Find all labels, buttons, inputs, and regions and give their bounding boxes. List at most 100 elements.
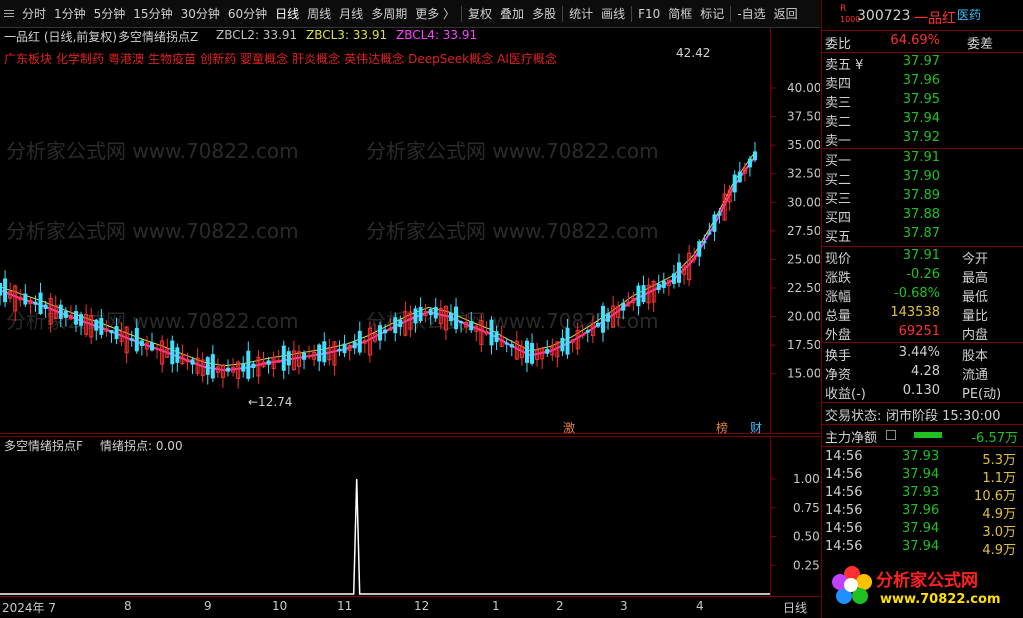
toolbar-item-12[interactable]: 叠加 xyxy=(496,0,528,28)
stat-value: 3.44% xyxy=(898,345,940,360)
candle-body xyxy=(58,304,63,319)
concept-tag-4[interactable]: 创新药 xyxy=(200,52,236,66)
sub-indicator-chart[interactable]: 0.25 0.50 0.75 1.00 多空情绪拐点F 情绪拐点: 0.00 xyxy=(0,436,820,596)
tick-list[interactable]: 14:56 37.93 5.3万 14:56 37.94 1.1万 14:56 37.93 10… xyxy=(822,448,1023,558)
ask-row-3[interactable]: 卖二 37.94 xyxy=(822,110,1023,130)
toolbar-item-8[interactable]: 月线 xyxy=(335,0,367,28)
toolbar-item-19[interactable]: -自选 xyxy=(733,0,769,28)
toolbar-item-5[interactable]: 60分钟 xyxy=(224,0,271,28)
toolbar-item-2[interactable]: 5分钟 xyxy=(90,0,130,28)
site-logo: 分析家公式网 www.70822.com xyxy=(822,558,1023,618)
toolbar-item-13[interactable]: 多股 xyxy=(528,0,560,28)
concept-tag-3[interactable]: 生物疫苗 xyxy=(148,52,196,66)
main-kline-chart[interactable]: 分析家公式网 www.70822.com 分析家公式网 www.70822.com… xyxy=(0,28,821,435)
concept-tag-6[interactable]: 肝炎概念 xyxy=(292,52,340,66)
bid-row-2[interactable]: 买三 37.89 xyxy=(822,187,1023,207)
period-label[interactable]: 日线 xyxy=(783,599,807,616)
quote-row-3[interactable]: 总量 143538 量比 xyxy=(822,304,1023,324)
main-flow-row[interactable]: 主力净额 -6.57万 xyxy=(822,426,1023,446)
candle-body xyxy=(150,342,155,351)
candle-body xyxy=(524,340,529,363)
ask-label: 卖三 xyxy=(825,96,852,111)
quote-row-0[interactable]: 现价 37.91 今开 xyxy=(822,247,1023,267)
concept-tag-1[interactable]: 化学制药 xyxy=(56,52,104,66)
toolbar-item-18[interactable]: 标记 xyxy=(696,0,728,28)
bid-row-3[interactable]: 买四 37.88 xyxy=(822,206,1023,226)
toolbar-item-0[interactable]: 分时 xyxy=(18,0,50,28)
concept-tag-9[interactable]: AI医疗概念 xyxy=(497,52,557,66)
quote-list: 现价 37.91 今开 涨跌 -0.26 最高 涨幅 -0.68% 最低 总量 143538 量比 外盘… xyxy=(822,247,1023,343)
candle-body xyxy=(302,353,307,360)
zbcl4-label: ZBCL4: 33.91 xyxy=(396,28,478,42)
toolbar-item-7[interactable]: 周线 xyxy=(303,0,335,28)
candle-body xyxy=(175,347,180,363)
y-tick-label: 27.50 xyxy=(787,224,820,238)
sub-y-tick-label: 1.00 xyxy=(793,472,820,486)
indicator-name[interactable]: 多空情绪拐点Z xyxy=(118,28,198,45)
concept-tag-5[interactable]: 婴童概念 xyxy=(240,52,288,66)
x-tick-label: 10 xyxy=(272,599,288,613)
concept-tag-8[interactable]: DeepSeek概念 xyxy=(408,52,493,66)
toolbar-item-10[interactable]: 更多 〉 xyxy=(411,0,459,28)
sector-tag[interactable]: 医药 xyxy=(957,6,981,23)
tick-price: 37.96 xyxy=(902,503,940,518)
y-tick-label: 25.00 xyxy=(787,252,820,266)
quote-row-4[interactable]: 外盘 69251 内盘 xyxy=(822,323,1023,343)
concept-tag-7[interactable]: 英伟达概念 xyxy=(344,52,404,66)
candle-body xyxy=(509,344,514,348)
event-marker-bang: 榜 xyxy=(716,420,728,434)
sub-indicator-value: 情绪拐点: 0.00 xyxy=(100,439,183,453)
toolbar-item-15[interactable]: 画线 xyxy=(597,0,629,28)
flow-toggle-icon[interactable] xyxy=(886,430,896,440)
toolbar-item-14[interactable]: 统计 xyxy=(565,0,597,28)
candle-body xyxy=(504,342,509,345)
tick-price: 37.94 xyxy=(902,467,940,482)
ask-value: 37.94 xyxy=(902,111,940,126)
x-tick-label: 2024年 7 xyxy=(2,601,56,615)
candle-body xyxy=(33,301,38,305)
quote-row-1[interactable]: 涨跌 -0.26 最高 xyxy=(822,266,1023,286)
sub-indicator-name[interactable]: 多空情绪拐点F xyxy=(4,437,83,454)
toolbar-item-20[interactable]: 返回 xyxy=(770,0,802,28)
stat-row-0[interactable]: 换手 3.44% 股本 xyxy=(822,344,1023,364)
toolbar-item-16[interactable]: F10 xyxy=(634,0,664,28)
zbcl3-label: ZBCL3: 33.91 xyxy=(306,28,388,42)
candle-body xyxy=(494,331,499,343)
stat-row-1[interactable]: 净资 4.28 流通 xyxy=(822,363,1023,383)
candle-body xyxy=(393,317,398,334)
ask-row-0[interactable]: 卖五 ¥ 37.97 xyxy=(822,53,1023,73)
toolbar-item-3[interactable]: 15分钟 xyxy=(129,0,176,28)
toolbar-item-6[interactable]: 日线 xyxy=(271,0,303,28)
candle-body xyxy=(585,330,590,333)
candle-body xyxy=(129,338,134,341)
menu-icon[interactable] xyxy=(0,0,18,28)
concept-tag-2[interactable]: 粤港澳 xyxy=(108,52,144,66)
bid-row-1[interactable]: 买二 37.90 xyxy=(822,168,1023,188)
quote-row-2[interactable]: 涨幅 -0.68% 最低 xyxy=(822,285,1023,305)
sub-chart-canvas: 0.25 0.50 0.75 1.00 xyxy=(0,436,820,596)
toolbar-item-11[interactable]: 复权 xyxy=(464,0,496,28)
ask-row-2[interactable]: 卖三 37.95 xyxy=(822,91,1023,111)
candle-body xyxy=(241,363,246,372)
concept-tag-0[interactable]: 广东板块 xyxy=(4,52,52,66)
bid-row-4[interactable]: 买五 37.87 xyxy=(822,225,1023,245)
toolbar-item-17[interactable]: 简框 xyxy=(664,0,696,28)
bid-value: 37.87 xyxy=(902,226,940,241)
toolbar-item-1[interactable]: 1分钟 xyxy=(50,0,90,28)
bid-value: 37.90 xyxy=(902,169,940,184)
ask-row-1[interactable]: 卖四 37.96 xyxy=(822,72,1023,92)
quote-right-label: 内盘 xyxy=(962,328,989,343)
toolbar-item-9[interactable]: 多周期 xyxy=(367,0,411,28)
y-tick-label: 30.00 xyxy=(787,195,820,209)
stat-right-label: PE(动) xyxy=(962,387,1002,402)
bid-row-0[interactable]: 买一 37.91 xyxy=(822,149,1023,169)
toolbar-item-4[interactable]: 30分钟 xyxy=(177,0,224,28)
candle-body xyxy=(418,306,423,322)
y-tick-label: 22.50 xyxy=(787,281,820,295)
stat-row-2[interactable]: 收益(-) 0.130 PE(动) xyxy=(822,382,1023,402)
ask-label: 卖二 xyxy=(825,115,852,130)
candle-body xyxy=(0,282,2,296)
candle-body xyxy=(79,314,84,326)
y-tick-label: 15.00 xyxy=(787,367,820,381)
ask-row-4[interactable]: 卖一 37.92 xyxy=(822,129,1023,149)
